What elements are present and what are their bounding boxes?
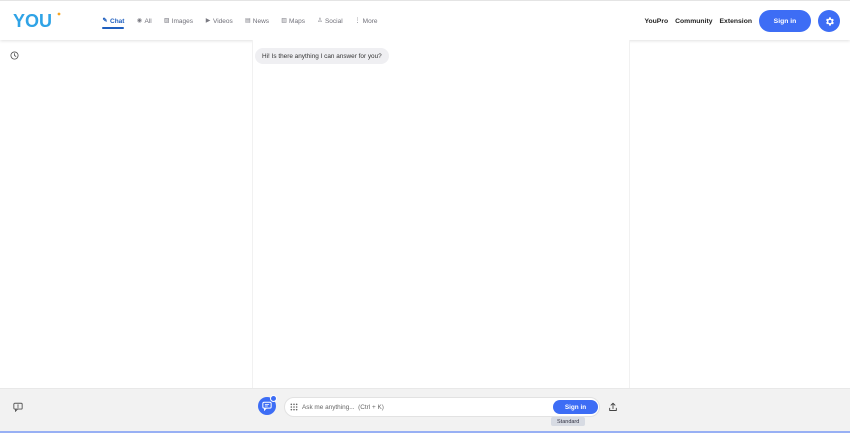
images-icon: ▨	[163, 18, 170, 24]
tab-news[interactable]: ▤ News	[245, 1, 269, 41]
maps-icon: ▥	[281, 18, 287, 24]
notification-dot-icon	[270, 395, 277, 402]
top-navigation-bar: YOU ✎ Chat ◉ All ▨ Images ▶ Videos ▤ New…	[0, 0, 850, 40]
social-icon: ♙	[317, 18, 323, 24]
tab-label: Maps	[289, 17, 305, 25]
tab-chat[interactable]: ✎ Chat	[102, 1, 125, 41]
feedback-icon[interactable]	[13, 402, 23, 412]
composer-sign-in-button[interactable]: Sign in	[553, 400, 598, 414]
logo-dot-icon	[57, 12, 61, 16]
tab-label: More	[362, 17, 378, 25]
assistant-greeting-message: Hi! Is there anything I can answer for y…	[255, 48, 389, 64]
you-logo[interactable]: YOU	[13, 11, 63, 31]
share-icon[interactable]	[608, 402, 618, 412]
tab-all[interactable]: ◉ All	[136, 1, 152, 41]
extension-link[interactable]: Extension	[720, 18, 752, 25]
chat-icon: ✎	[102, 18, 108, 24]
tab-maps[interactable]: ▥ Maps	[281, 1, 305, 41]
tab-social[interactable]: ♙ Social	[317, 1, 343, 41]
tab-label: Images	[171, 17, 194, 25]
videos-icon: ▶	[205, 18, 211, 24]
mode-badge[interactable]: Standard	[551, 417, 586, 426]
tab-more[interactable]: ⋮ More	[355, 1, 378, 41]
chat-input-container: Sign in	[284, 397, 600, 417]
tab-label: Social	[324, 17, 343, 25]
youpro-link[interactable]: YouPro	[644, 18, 668, 25]
chat-thread-area	[252, 40, 630, 388]
tab-label: Videos	[213, 17, 233, 25]
tab-videos[interactable]: ▶ Videos	[205, 1, 233, 41]
tab-label: News	[252, 17, 270, 25]
settings-button[interactable]	[818, 10, 840, 32]
all-icon: ◉	[136, 18, 143, 24]
tab-images[interactable]: ▨ Images	[164, 1, 193, 41]
apps-grid-icon[interactable]	[290, 403, 298, 411]
tab-label: Chat	[110, 17, 125, 25]
logo-text: YOU	[13, 11, 52, 31]
history-icon[interactable]	[10, 51, 19, 60]
search-category-tabs: ✎ Chat ◉ All ▨ Images ▶ Videos ▤ News ▥ …	[102, 1, 389, 41]
gear-icon	[825, 16, 834, 26]
chat-bubble-icon	[262, 401, 272, 411]
chat-input[interactable]	[302, 400, 502, 414]
header-sign-in-button[interactable]: Sign in	[759, 10, 811, 32]
more-icon: ⋮	[354, 18, 361, 24]
header-actions: YouPro Community Extension Sign in	[644, 1, 850, 41]
community-link[interactable]: Community	[675, 18, 712, 25]
tab-label: All	[144, 17, 152, 25]
news-icon: ▤	[244, 18, 251, 24]
